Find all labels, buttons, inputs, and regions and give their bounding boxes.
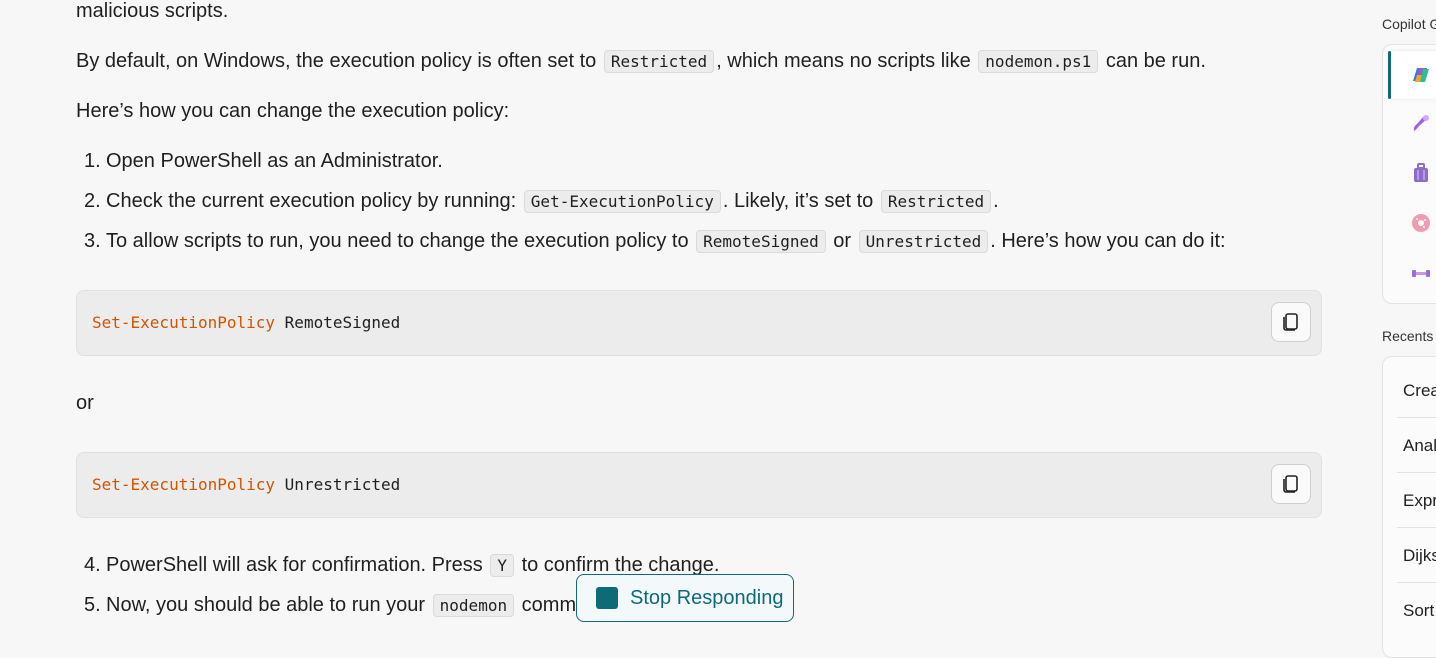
copy-code-button[interactable]: [1271, 464, 1311, 504]
intro-fragment: malicious scripts.: [76, 0, 229, 22]
recent-item[interactable]: Sort: [1403, 601, 1434, 621]
recents-list: Crea Anal Expr Dijks Sort: [1382, 356, 1436, 658]
inline-code: Unrestricted: [858, 230, 989, 253]
inline-code: nodemon: [432, 594, 515, 617]
stop-icon: [596, 587, 618, 609]
copy-icon: [1283, 475, 1298, 493]
chat-panel: malicious scripts. By default, on Window…: [0, 0, 1370, 641]
code-line: Set-ExecutionPolicy Unrestricted: [92, 475, 401, 494]
or-text: or: [76, 392, 94, 414]
copy-icon: [1283, 313, 1298, 331]
copy-code-button[interactable]: [1271, 302, 1311, 342]
fitness-icon[interactable]: [1409, 261, 1433, 285]
sidebar: Copilot G Recents Crea Anal Expr Dijks S…: [1370, 0, 1436, 658]
inline-code: Get-ExecutionPolicy: [523, 190, 721, 213]
code-block: Set-ExecutionPolicy RemoteSigned: [76, 290, 1322, 356]
stop-responding-button[interactable]: Stop Responding: [576, 574, 794, 622]
list-item: 5. Now, you should be able to run your no…: [84, 594, 588, 617]
inline-code: Restricted: [880, 190, 992, 213]
gpt-list: [1382, 44, 1436, 304]
selection-indicator: [1388, 51, 1391, 99]
recent-item[interactable]: Expr: [1403, 491, 1436, 511]
paragraph-default-policy: By default, on Windows, the execution po…: [76, 50, 1206, 73]
inline-code: Y: [490, 554, 514, 577]
list-item: 3. To allow scripts to run, you need to c…: [84, 230, 1226, 253]
cooking-icon[interactable]: [1409, 211, 1433, 235]
recent-item[interactable]: Anal: [1403, 436, 1436, 456]
recent-item[interactable]: Dijks: [1403, 546, 1436, 566]
inline-code: nodemon.ps1: [978, 50, 1099, 73]
code-block: Set-ExecutionPolicy Unrestricted: [76, 452, 1322, 518]
list-item: 2. Check the current execution policy by …: [84, 190, 999, 213]
sidebar-title: Copilot G: [1382, 16, 1436, 32]
recents-title: Recents: [1382, 328, 1434, 344]
inline-code: Restricted: [603, 50, 715, 73]
list-item: 1. Open PowerShell as an Administrator.: [84, 150, 443, 172]
inline-code: RemoteSigned: [696, 230, 826, 253]
designer-icon[interactable]: [1409, 111, 1433, 135]
copilot-icon[interactable]: [1409, 63, 1433, 87]
vacation-planner-icon[interactable]: [1409, 161, 1433, 185]
paragraph-how-to: Here’s how you can change the execution …: [76, 100, 510, 122]
code-line: Set-ExecutionPolicy RemoteSigned: [92, 313, 401, 332]
recent-item[interactable]: Crea: [1403, 381, 1436, 401]
